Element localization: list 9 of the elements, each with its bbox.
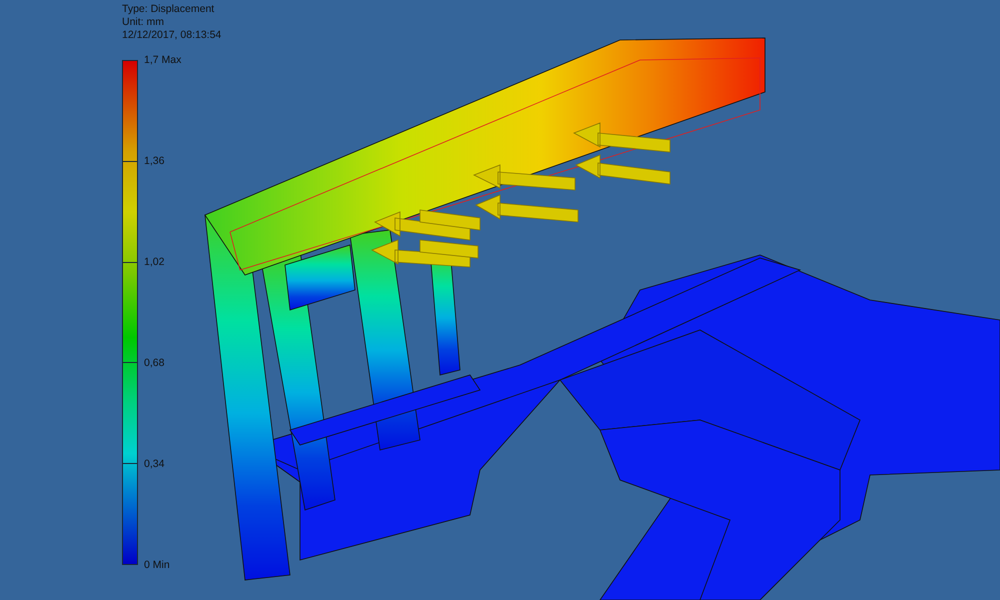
scale-label: 1,36 (144, 154, 166, 168)
legend-timestamp: 12/12/2017, 08:13:54 (122, 29, 222, 41)
scale-label: 0 Min (144, 558, 171, 572)
scale-label: 0,68 (144, 356, 166, 370)
scale-label: 0,34 (144, 457, 166, 471)
legend-unit-label: Unit: mm (122, 16, 164, 28)
scale-label: 1,02 (144, 255, 166, 269)
scale-label: 1,7 Max (144, 53, 182, 67)
legend-type-label: Type: Displacement (122, 3, 214, 15)
